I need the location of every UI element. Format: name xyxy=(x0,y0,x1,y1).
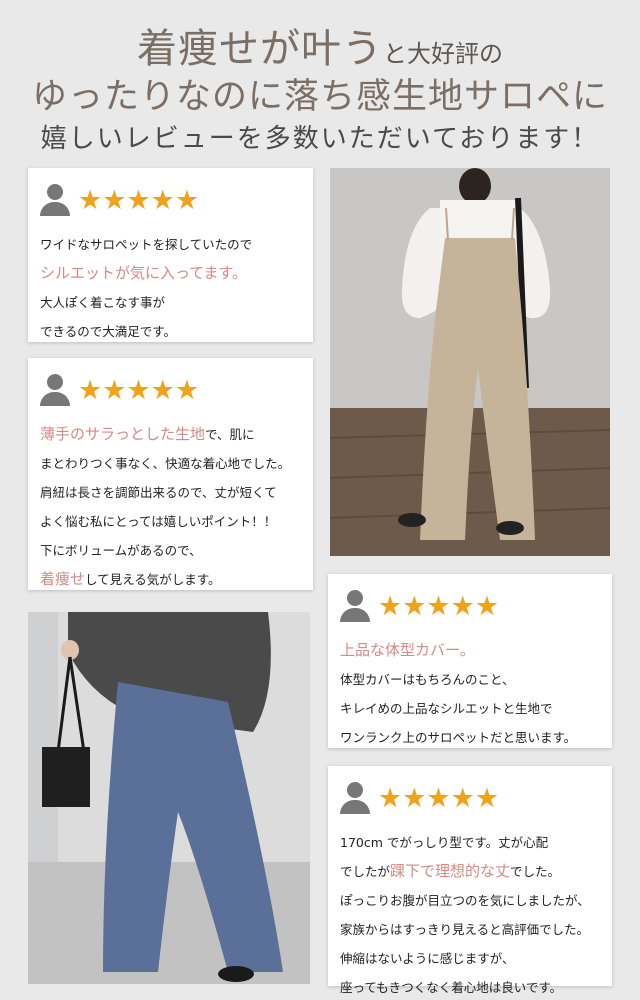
review-line: ワンランク上のサロペットだと思います。 xyxy=(340,730,577,745)
review-card-2: ★★★★★ 薄手のサラっとした生地で、肌に まとわりつく事なく、快適な着心地でし… xyxy=(28,358,313,590)
review-header: ★★★★★ xyxy=(340,588,600,624)
user-avatar-icon xyxy=(40,184,70,216)
review-line: 座ってもきつくなく着心地は良いです。 xyxy=(340,980,563,995)
review-highlight: 踝下で理想的な丈 xyxy=(390,862,511,880)
review-line: キレイめの上品なシルエットと生地で xyxy=(340,701,553,716)
review-line: 家族からはすっきり見えると高評価でした。 xyxy=(340,922,590,937)
review-header: ★★★★★ xyxy=(40,372,301,408)
review-highlight: 着痩せ xyxy=(40,570,86,588)
review-line: まとわりつく事なく、快適な着心地でした。 xyxy=(40,456,291,471)
review-text-rest: で、肌に xyxy=(205,427,255,442)
review-line: 着痩せして見える気がします。 xyxy=(40,565,301,594)
review-text-end: でした。 xyxy=(510,864,561,879)
review-line: 170cm でがっしり型です。丈が心配 xyxy=(340,835,549,850)
headline-line-1: 着痩せが叶うと大好評の xyxy=(0,16,640,74)
review-card-4: ★★★★★ 170cm でがっしり型です。丈が心配 でしたが踝下で理想的な丈でし… xyxy=(328,766,612,995)
review-highlight: 薄手のサラっとした生地 xyxy=(40,425,206,443)
review-line: ワイドなサロペットを探していたので xyxy=(40,237,253,252)
rating-stars: ★★★★★ xyxy=(78,374,200,406)
review-highlight: 上品な体型カバー。 xyxy=(340,641,475,659)
review-text: ワイドなサロペットを探していたので シルエットが気に入ってます。 大人ぽく着こな… xyxy=(40,230,301,346)
review-card-3: ★★★★★ 上品な体型カバー。 体型カバーはもちろんのこと、 キレイめの上品なシ… xyxy=(328,574,612,748)
product-photo-blue xyxy=(28,612,310,984)
review-header: ★★★★★ xyxy=(40,182,301,218)
headline-suffix: と大好評の xyxy=(383,40,503,68)
headline-main: 着痩せが叶う xyxy=(137,26,383,72)
headline-line-2: ゆったりなのに落ち感生地サロペに xyxy=(31,77,608,117)
review-line: ぽっこりお腹が目立つのを気にしましたが、 xyxy=(340,893,590,908)
review-line: 下にボリュームがあるので、 xyxy=(40,543,202,558)
review-text: 170cm でがっしり型です。丈が心配 でしたが踝下で理想的な丈でした。 ぽっこ… xyxy=(340,828,600,1000)
review-line: よく悩む私にとっては嬉しいポイント！！ xyxy=(40,514,277,529)
user-avatar-icon xyxy=(340,782,370,814)
review-line: でしたが踝下で理想的な丈でした。 xyxy=(340,857,600,886)
rating-stars: ★★★★★ xyxy=(78,184,200,216)
review-line: できるので大満足です。 xyxy=(40,324,177,339)
review-text-start: でしたが xyxy=(340,864,391,879)
rating-stars: ★★★★★ xyxy=(378,782,500,814)
review-text-rest: して見える気がします。 xyxy=(85,572,221,587)
review-text: 薄手のサラっとした生地で、肌に まとわりつく事なく、快適な着心地でした。 肩紐は… xyxy=(40,420,301,594)
review-line: 伸縮はないように感じますが、 xyxy=(340,951,515,966)
rating-stars: ★★★★★ xyxy=(378,590,500,622)
product-photo-beige xyxy=(330,168,610,556)
review-line: 大人ぽく着こなす事が xyxy=(40,295,166,310)
headline-line-3: 嬉しいレビューを多数いただいております！ xyxy=(40,124,600,154)
review-highlight: シルエットが気に入ってます。 xyxy=(40,264,248,282)
review-line: 肩紐は長さを調節出来るので、丈が短くて xyxy=(40,485,277,500)
review-header: ★★★★★ xyxy=(340,780,600,816)
user-avatar-icon xyxy=(340,590,370,622)
review-card-1: ★★★★★ ワイドなサロペットを探していたので シルエットが気に入ってます。 大… xyxy=(28,168,313,342)
review-text: 上品な体型カバー。 体型カバーはもちろんのこと、 キレイめの上品なシルエットと生… xyxy=(340,636,600,752)
review-line: 体型カバーはもちろんのこと、 xyxy=(340,672,515,687)
user-avatar-icon xyxy=(40,374,70,406)
review-line: 薄手のサラっとした生地で、肌に xyxy=(40,420,301,449)
